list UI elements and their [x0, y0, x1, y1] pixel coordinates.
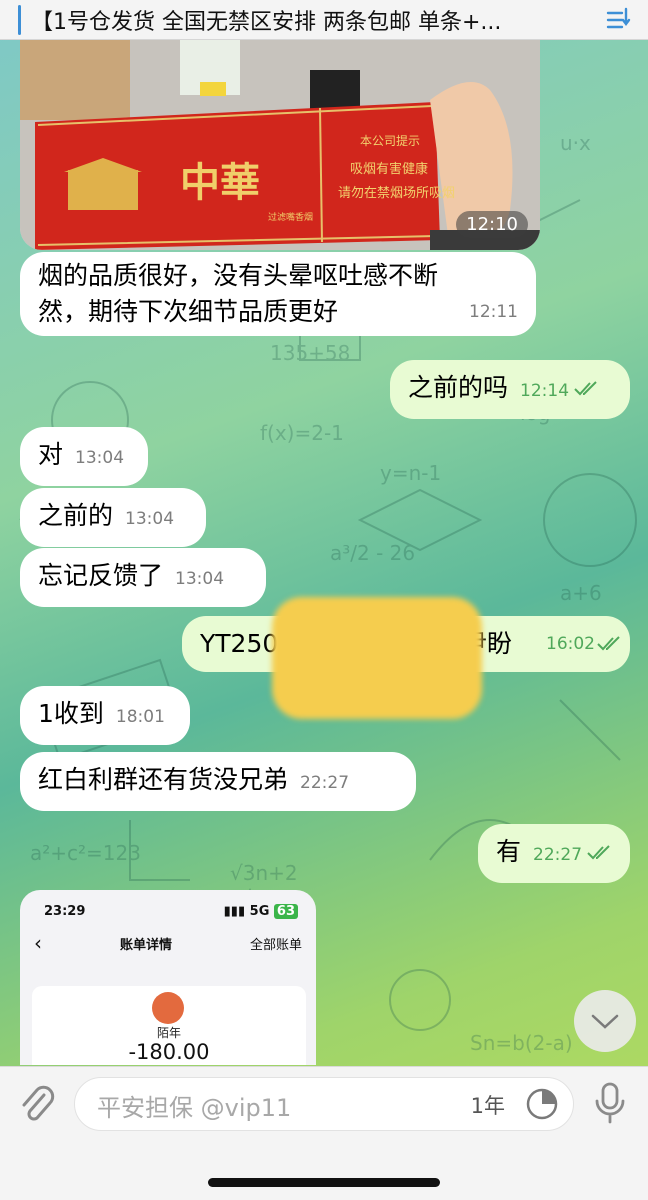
- scroll-to-bottom-button[interactable]: [574, 990, 636, 1052]
- preview-signal-icon: ▮▮▮: [223, 904, 246, 919]
- pinned-message-bar[interactable]: 【1号仓发货 全国无禁区安排 两条包邮 单条+...: [0, 0, 648, 40]
- svg-text:√3n+2: √3n+2: [230, 861, 298, 885]
- svg-text:a+6: a+6: [560, 581, 602, 605]
- read-checkmark-icon: [597, 636, 620, 651]
- message-time: 12:14: [520, 381, 570, 401]
- message-text: 烟的品质很好，没有头晕呕吐感不断: [38, 261, 439, 290]
- message-text: 对: [38, 440, 64, 469]
- svg-text:135+58: 135+58: [270, 341, 350, 365]
- screenshot-message[interactable]: 23:29 ▮▮▮ 5G 63 ‹ 账单详情 全部账单 陌年 -180.00: [20, 890, 316, 1065]
- preview-status-bar: 23:29 ▮▮▮ 5G 63: [20, 890, 316, 919]
- preview-status-right: ▮▮▮ 5G 63: [224, 904, 298, 919]
- outgoing-message[interactable]: 之前的吗 12:14: [390, 360, 630, 419]
- read-checkmark-icon: [574, 381, 597, 396]
- incoming-message[interactable]: 忘记反馈了 13:04: [20, 548, 266, 607]
- incoming-message[interactable]: 1收到 18:01: [20, 686, 190, 745]
- preview-bill-card: 陌年 -180.00: [32, 986, 306, 1065]
- pack-warning-2: 吸烟有害健康: [350, 162, 429, 177]
- message-time: 12:10: [456, 211, 528, 238]
- pack-subbrand: 过滤嘴香烟: [268, 213, 314, 223]
- preview-network: 5G: [249, 904, 270, 919]
- auto-delete-timer-icon[interactable]: [525, 1087, 559, 1121]
- merchant-icon: [152, 992, 184, 1024]
- message-time: 13:04: [75, 448, 125, 468]
- pinned-list-icon[interactable]: [604, 5, 634, 35]
- read-checkmark-icon: [587, 845, 610, 860]
- message-time: 22:27: [533, 845, 583, 865]
- incoming-message[interactable]: 烟的品质很好，没有头晕呕吐感不断 然，期待下次细节品质更好 12:11: [20, 252, 536, 336]
- pack-warning-1: 本公司提示: [360, 134, 421, 148]
- incoming-message[interactable]: 对 13:04: [20, 427, 148, 486]
- chevron-down-icon: [591, 1014, 619, 1029]
- svg-text:a²+c²=123: a²+c²=123: [30, 841, 141, 865]
- message-time: 22:27: [300, 773, 350, 793]
- message-input[interactable]: 平安担保 @vip11 1年: [74, 1077, 574, 1131]
- message-text: 1收到: [38, 699, 104, 728]
- svg-text:f(x)=2-1: f(x)=2-1: [260, 421, 344, 445]
- message-time: 12:11: [469, 302, 518, 322]
- message-text: 红白利群还有货没兄弟: [38, 765, 289, 794]
- photo-message[interactable]: 中華 过滤嘴香烟 本公司提示 吸烟有害健康 请勿在禁烟场所吸烟 12:10: [20, 40, 540, 250]
- pinned-indicator: [18, 4, 21, 35]
- message-time: 13:04: [175, 569, 225, 589]
- preview-merchant: 陌年: [156, 1026, 181, 1040]
- message-time: 13:04: [125, 509, 175, 529]
- pinned-message-text: 【1号仓发货 全国无禁区安排 两条包邮 单条+...: [31, 9, 502, 35]
- preview-status-time: 23:29: [44, 904, 86, 919]
- svg-text:Sn=b(2-a): Sn=b(2-a): [470, 1031, 573, 1055]
- microphone-icon[interactable]: [592, 1081, 628, 1125]
- incoming-message[interactable]: 之前的 13:04: [20, 488, 206, 547]
- svg-text:y=n-1: y=n-1: [380, 461, 441, 485]
- message-composer: 平安担保 @vip11 1年: [0, 1066, 648, 1200]
- message-text: 之前的: [38, 501, 114, 530]
- preview-nav-bar: ‹ 账单详情 全部账单: [20, 919, 316, 955]
- message-text: 之前的吗: [408, 373, 509, 402]
- message-text: 忘记反馈了: [38, 561, 164, 590]
- preview-right-link: 全部账单: [249, 937, 302, 953]
- pack-brand: 中華: [180, 159, 260, 206]
- message-text: 有: [496, 837, 522, 866]
- message-time: 18:01: [115, 707, 165, 727]
- svg-text:a³/2 - 26: a³/2 - 26: [330, 541, 415, 565]
- preview-back-icon: ‹: [34, 931, 42, 955]
- preview-title: 账单详情: [119, 937, 172, 953]
- preview-amount: -180.00: [128, 1040, 210, 1064]
- preview-battery: 63: [273, 904, 298, 919]
- attach-icon[interactable]: [16, 1081, 56, 1125]
- message-time: 16:02: [546, 634, 595, 654]
- redaction-overlay: [272, 597, 482, 719]
- message-input-placeholder: 平安担保 @vip11: [97, 1094, 292, 1122]
- home-indicator: [208, 1178, 440, 1187]
- incoming-message[interactable]: 红白利群还有货没兄弟 22:27: [20, 752, 416, 811]
- auto-delete-timer-label[interactable]: 1年: [471, 1090, 505, 1120]
- message-text-line2: 然，期待下次细节品质更好: [38, 297, 339, 326]
- svg-text:u·x: u·x: [560, 131, 591, 155]
- outgoing-message[interactable]: 有 22:27: [478, 824, 630, 883]
- pack-warning-3: 请勿在禁烟场所吸烟: [338, 186, 456, 201]
